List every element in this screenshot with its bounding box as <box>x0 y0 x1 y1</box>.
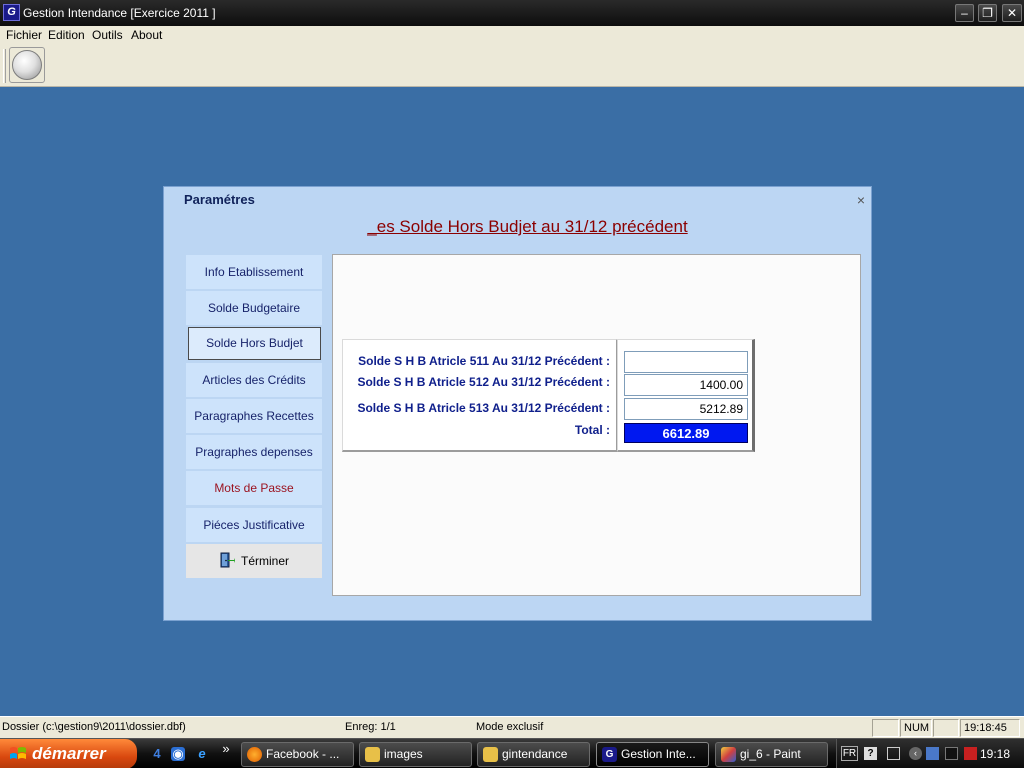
start-button[interactable]: démarrer <box>0 739 137 768</box>
status-cell-empty-1 <box>872 719 899 737</box>
status-time: 19:18:45 <box>960 719 1020 737</box>
system-tray: FR ? ‹ 19:18 <box>836 739 1024 768</box>
task-gintendance-label: gintendance <box>502 747 568 761</box>
quicklaunch-chevron[interactable]: » <box>219 742 233 756</box>
total-value: 6612.89 <box>624 423 748 443</box>
nav-pieces-justificative[interactable]: Piéces Justificative <box>186 508 322 542</box>
task-images-label: images <box>384 747 423 761</box>
nav-mots-de-passe[interactable]: Mots de Passe <box>186 471 322 505</box>
status-mode: Mode exclusif <box>476 721 544 733</box>
status-bar: Dossier (c:\gestion9\2011\dossier.dbf) E… <box>0 716 1024 738</box>
terminer-label: Términer <box>240 554 289 568</box>
task-paint[interactable]: gi_6 - Paint <box>715 742 828 767</box>
restore-icon: ❐ <box>982 6 993 20</box>
parametres-dialog: Paramétres × _es Solde Hors Budjet au 31… <box>163 186 872 621</box>
minimize-icon: ‒ <box>961 6 968 20</box>
window-title: Gestion Intendance [Exercice 2011 ] <box>23 6 216 20</box>
internet-explorer-icon[interactable]: e <box>195 747 209 761</box>
nav-paragraphes-recettes[interactable]: Paragraphes Recettes <box>186 399 322 433</box>
nav-solde-budgetaire[interactable]: Solde Budgetaire <box>186 291 322 325</box>
task-gestion-intendance[interactable]: G Gestion Inte... <box>596 742 709 767</box>
quicklaunch-app-icon[interactable]: ◉ <box>171 747 185 761</box>
folder-icon <box>365 747 380 762</box>
folder-icon <box>483 747 498 762</box>
toolbar <box>0 45 1024 87</box>
content-panel: Solde S H B Atricle 511 Au 31/12 Précéde… <box>332 254 861 596</box>
dialog-title: Paramétres <box>184 192 255 207</box>
minimize-button[interactable]: ‒ <box>955 4 974 22</box>
task-paint-label: gi_6 - Paint <box>740 747 801 761</box>
label-total: Total : <box>574 423 610 437</box>
language-indicator[interactable]: FR <box>841 746 858 761</box>
toolbar-round-button[interactable] <box>9 47 45 83</box>
taskbar-clock: 19:18 <box>979 747 1010 761</box>
status-record: Enreg: 1/1 <box>345 721 396 733</box>
status-cell-empty-2 <box>933 719 959 737</box>
app-icon: G <box>3 4 20 21</box>
labels-box: Solde S H B Atricle 511 Au 31/12 Précéde… <box>342 339 618 452</box>
label-article-512: Solde S H B Atricle 512 Au 31/12 Précéde… <box>357 375 610 389</box>
window-titlebar: G Gestion Intendance [Exercice 2011 ] ‒ … <box>0 0 1024 26</box>
help-icon[interactable]: ? <box>864 747 877 760</box>
input-article-511[interactable] <box>624 351 748 373</box>
menu-outils[interactable]: Outils <box>92 28 123 42</box>
input-article-513[interactable]: 5212.89 <box>624 398 748 420</box>
toolbar-grip[interactable] <box>3 49 6 83</box>
close-icon: ✕ <box>1006 6 1018 20</box>
dialog-close-button[interactable]: × <box>857 192 865 208</box>
taskbar: démarrer 4 ◉ e » Facebook - ... images g… <box>0 738 1024 768</box>
task-gestion-label: Gestion Inte... <box>621 747 696 761</box>
label-article-513: Solde S H B Atricle 513 Au 31/12 Précéde… <box>357 401 610 415</box>
menu-bar: Fichier Edition Outils About <box>0 26 1024 45</box>
security-alert-icon[interactable] <box>964 747 977 760</box>
task-images[interactable]: images <box>359 742 472 767</box>
nav-articles-credits[interactable]: Articles des Crédits <box>186 363 322 397</box>
monitor-icon[interactable] <box>945 747 958 760</box>
values-box: 1400.00 5212.89 6612.89 <box>617 339 755 452</box>
start-label: démarrer <box>32 744 106 763</box>
paint-icon <box>721 747 736 762</box>
nav-info-etablissement[interactable]: Info Etablissement <box>186 255 322 289</box>
input-article-512[interactable]: 1400.00 <box>624 374 748 396</box>
app-g-icon: G <box>602 747 617 762</box>
exit-door-icon <box>220 552 235 568</box>
task-gintendance[interactable]: gintendance <box>477 742 590 767</box>
nav-solde-hors-budjet[interactable]: Solde Hors Budjet <box>188 327 321 360</box>
task-facebook[interactable]: Facebook - ... <box>241 742 354 767</box>
network-icon[interactable] <box>926 747 939 760</box>
circle-icon <box>12 50 42 80</box>
terminer-button[interactable]: Términer <box>186 544 322 578</box>
dialog-heading: _es Solde Hors Budjet au 31/12 précédent <box>367 217 688 236</box>
nav-pragraphes-depenses[interactable]: Pragraphes depenses <box>186 435 322 469</box>
firefox-icon <box>247 747 262 762</box>
label-article-511: Solde S H B Atricle 511 Au 31/12 Précéde… <box>358 354 610 368</box>
windows-logo-icon <box>10 747 26 759</box>
close-button[interactable]: ✕ <box>1002 4 1022 22</box>
task-facebook-label: Facebook - ... <box>266 747 340 761</box>
menu-edition[interactable]: Edition <box>48 28 85 42</box>
status-path: Dossier (c:\gestion9\2011\dossier.dbf) <box>2 721 186 733</box>
quicklaunch-4-icon[interactable]: 4 <box>150 747 164 761</box>
menu-fichier[interactable]: Fichier <box>6 28 42 42</box>
restore-button[interactable]: ❐ <box>978 4 997 22</box>
window-restore-tray-icon[interactable] <box>887 747 900 760</box>
tray-chevron-icon[interactable]: ‹ <box>909 747 922 760</box>
menu-about[interactable]: About <box>131 28 162 42</box>
status-num: NUM <box>900 719 932 737</box>
